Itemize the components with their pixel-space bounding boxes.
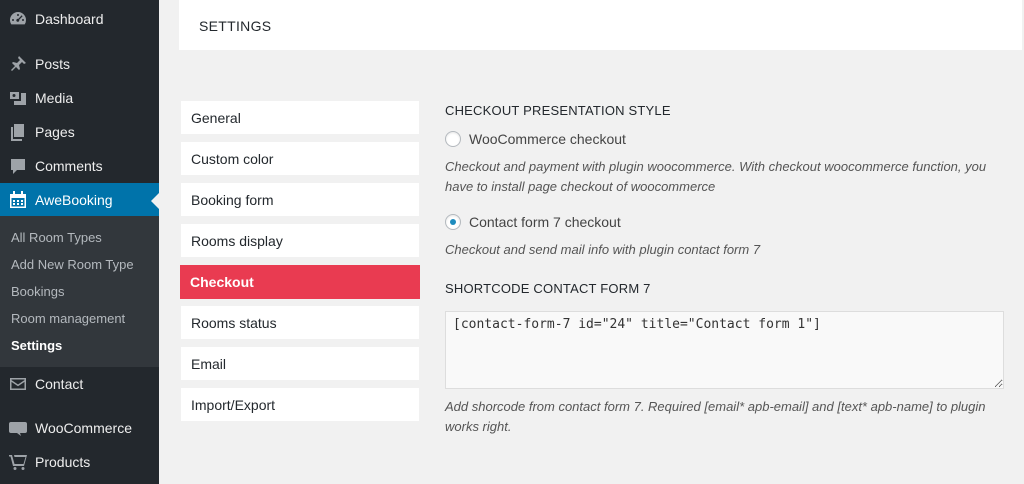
radio-button[interactable]: [445, 214, 461, 230]
awebooking-submenu: All Room Types Add New Room Type Booking…: [0, 216, 159, 367]
radio-contact-form-7-checkout[interactable]: Contact form 7 checkout: [445, 214, 621, 230]
menu-item-dashboard[interactable]: Dashboard: [0, 2, 159, 36]
woocommerce-icon: [0, 418, 35, 438]
menu-item-posts[interactable]: Posts: [0, 47, 159, 81]
radio-dot: [450, 219, 456, 225]
admin-sidebar: Dashboard Posts Media Pages Comments Awe…: [0, 0, 159, 484]
submenu-settings[interactable]: Settings: [11, 338, 62, 353]
pages-icon: [0, 122, 35, 142]
menu-label-pages: Pages: [35, 124, 75, 140]
shortcode-title: SHORTCODE CONTACT FORM 7: [445, 281, 651, 296]
menu-label-contact: Contact: [35, 376, 84, 392]
tab-email[interactable]: Email: [181, 347, 419, 380]
tab-custom-color[interactable]: Custom color: [181, 142, 419, 175]
menu-label-dashboard: Dashboard: [35, 11, 104, 27]
tab-general[interactable]: General: [181, 101, 419, 134]
menu-item-awebooking[interactable]: AweBooking: [0, 183, 159, 217]
submenu-all-room-types[interactable]: All Room Types: [11, 230, 102, 245]
woocommerce-checkout-description: Checkout and payment with plugin woocomm…: [445, 159, 987, 194]
contact-form-7-description: Checkout and send mail info with plugin …: [445, 242, 761, 257]
tab-checkout[interactable]: Checkout: [180, 265, 420, 299]
shortcode-textarea[interactable]: [445, 311, 1004, 389]
tab-rooms-status[interactable]: Rooms status: [181, 306, 419, 339]
tab-rooms-display[interactable]: Rooms display: [181, 224, 419, 257]
tab-booking-form[interactable]: Booking form: [181, 183, 419, 216]
menu-label-media: Media: [35, 90, 74, 106]
shortcode-description: Add shorcode from contact form 7. Requir…: [445, 399, 986, 434]
menu-item-media[interactable]: Media: [0, 81, 159, 115]
menu-item-comments[interactable]: Comments: [0, 149, 159, 183]
menu-label-comments: Comments: [35, 158, 103, 174]
comment-icon: [0, 156, 35, 176]
pushpin-icon: [0, 54, 35, 74]
menu-item-pages[interactable]: Pages: [0, 115, 159, 149]
tab-import-export[interactable]: Import/Export: [181, 388, 419, 421]
menu-label-posts: Posts: [35, 56, 71, 72]
page-title: SETTINGS: [199, 18, 272, 34]
mail-icon: [0, 374, 35, 394]
radio-button[interactable]: [445, 131, 461, 147]
media-icon: [0, 88, 35, 108]
menu-label-products: Products: [35, 454, 91, 470]
menu-item-woocommerce[interactable]: WooCommerce: [0, 411, 159, 445]
menu-label-awebooking: AweBooking: [35, 192, 113, 208]
radio-label: Contact form 7 checkout: [469, 214, 621, 230]
menu-item-products[interactable]: Products: [0, 445, 159, 479]
dashboard-icon: [0, 9, 35, 29]
calendar-icon: [0, 190, 35, 210]
menu-item-contact[interactable]: Contact: [0, 367, 159, 401]
submenu-bookings[interactable]: Bookings: [11, 284, 64, 299]
submenu-add-new-room-type[interactable]: Add New Room Type: [11, 257, 134, 272]
active-menu-arrow: [151, 193, 159, 209]
radio-woocommerce-checkout[interactable]: WooCommerce checkout: [445, 131, 626, 147]
cart-icon: [0, 452, 35, 472]
radio-label: WooCommerce checkout: [469, 131, 626, 147]
checkout-style-title: CHECKOUT PRESENTATION STYLE: [445, 103, 671, 118]
submenu-room-management[interactable]: Room management: [11, 311, 125, 326]
menu-label-woocommerce: WooCommerce: [35, 420, 132, 436]
settings-header: SETTINGS: [179, 0, 1022, 50]
